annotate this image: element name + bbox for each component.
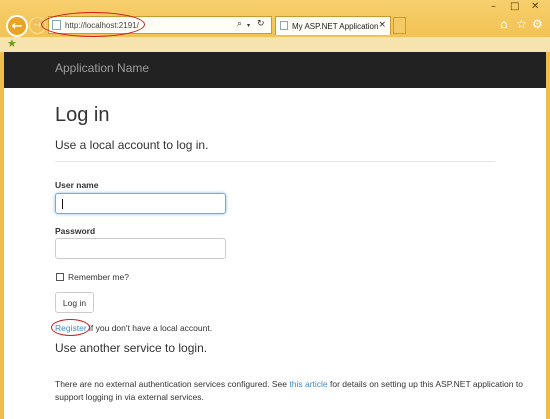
minimize-icon[interactable]: – (491, 1, 496, 12)
back-arrow-icon: ← (11, 18, 23, 34)
tab-page-icon (280, 21, 288, 30)
login-button[interactable]: Log in (55, 292, 94, 313)
register-hint: if you don't have a local account. (86, 323, 213, 333)
back-button[interactable]: ← (6, 15, 28, 37)
close-tab-icon[interactable]: × (378, 20, 386, 30)
dropdown-icon[interactable]: ▾ (247, 22, 250, 29)
password-field[interactable] (55, 238, 226, 259)
navbar: Application Name (4, 52, 546, 88)
text-caret (62, 199, 63, 209)
password-label: Password (55, 226, 96, 236)
gear-icon[interactable]: ⚙ (532, 17, 543, 31)
page-title: Log in (55, 104, 110, 126)
this-article-link[interactable]: this article (289, 379, 327, 389)
search-icon[interactable]: ⌕ (237, 19, 242, 29)
maximize-icon[interactable]: □ (510, 1, 519, 12)
close-window-icon[interactable]: ✕ (531, 1, 539, 12)
external-login-heading: Use another service to login. (55, 341, 208, 355)
divider (55, 161, 495, 162)
page-viewport: Application Name Log in Use a local acco… (4, 52, 546, 419)
register-annotation-circle (51, 319, 90, 336)
new-tab-button[interactable] (393, 17, 406, 34)
external-info-prefix: There are no external authentication ser… (55, 379, 290, 389)
add-favorite-icon[interactable]: ★ (7, 37, 17, 50)
username-label: User name (55, 180, 99, 190)
star-icon[interactable]: ☆ (516, 17, 527, 31)
username-field[interactable] (55, 193, 226, 214)
remember-me-label[interactable]: Remember me? (68, 272, 129, 282)
remember-me-checkbox[interactable] (56, 273, 64, 281)
browser-tab[interactable]: My ASP.NET Application × (275, 16, 391, 35)
login-subtitle: Use a local account to log in. (55, 138, 209, 152)
home-icon[interactable]: ⌂ (500, 17, 508, 31)
refresh-icon[interactable]: ↻ (257, 19, 265, 29)
favorites-bar: ★ (0, 37, 550, 52)
url-annotation-circle (41, 12, 145, 37)
brand-link[interactable]: Application Name (55, 61, 149, 75)
external-info-text: There are no external authentication ser… (55, 378, 525, 404)
tab-title: My ASP.NET Application (292, 22, 379, 31)
browser-chrome: ← → http://localhost:2191/ ⌕ ▾ ↻ My ASP.… (0, 0, 550, 52)
